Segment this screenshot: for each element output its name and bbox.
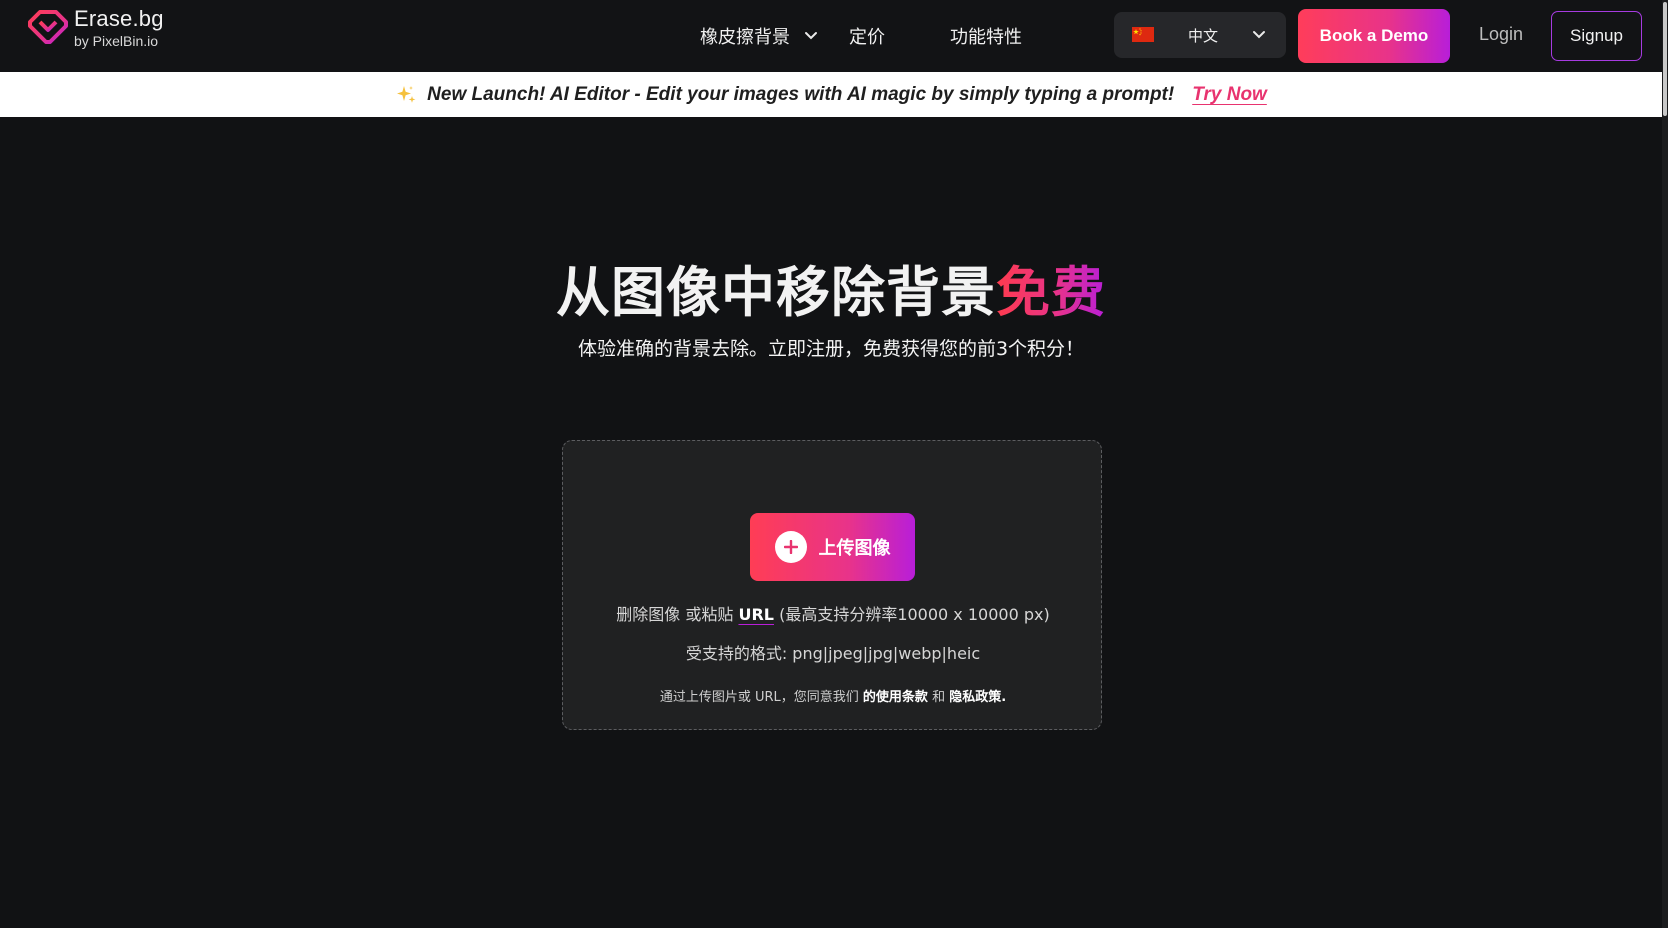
sparkle-icon: [397, 85, 416, 103]
terms-notice: 通过上传图片或 URL，您同意我们 的使用条款 和 隐私政策.: [563, 686, 1103, 705]
nav-pricing-wrap: 定价: [849, 0, 885, 72]
logo[interactable]: Erase.bg by PixelBin.io: [26, 8, 164, 48]
page-title-main: 从图像中移除背景: [556, 261, 996, 324]
scrollbar-thumb[interactable]: [1663, 2, 1667, 116]
privacy-policy-link[interactable]: 隐私政策.: [949, 690, 1006, 705]
scrollbar-track[interactable]: [1662, 0, 1668, 928]
try-now-link[interactable]: Try Now: [1192, 84, 1267, 106]
page-title: 从图像中移除背景免费: [0, 248, 1662, 327]
book-demo-button[interactable]: Book a Demo: [1298, 9, 1450, 63]
top-navigation-bar: Erase.bg by PixelBin.io 橡皮擦背景 定价 功能特性 中文…: [0, 0, 1668, 72]
announcement-banner: New Launch! AI Editor - Edit your images…: [0, 72, 1662, 117]
signup-button[interactable]: Signup: [1551, 11, 1642, 61]
resolution-hint: (最高支持分辨率10000 x 10000 px): [779, 605, 1050, 624]
page: Erase.bg by PixelBin.io 橡皮擦背景 定价 功能特性 中文…: [0, 0, 1668, 928]
erase-bg-logo-icon: [28, 10, 68, 44]
plus-icon: [774, 531, 807, 563]
language-select[interactable]: 中文: [1114, 12, 1286, 58]
nav-item-pricing[interactable]: 定价: [849, 23, 885, 49]
upload-dropzone[interactable]: 上传图像 删除图像 或粘贴 URL (最高支持分辨率10000 x 10000 …: [562, 440, 1102, 730]
page-title-accent: 免费: [996, 261, 1106, 324]
nav-item-features[interactable]: 功能特性: [950, 23, 1022, 49]
main-nav: 橡皮擦背景: [700, 0, 818, 72]
logo-subtitle: by PixelBin.io: [74, 33, 159, 49]
terms-prefix: 通过上传图片或 URL，您同意我们: [659, 690, 859, 705]
paste-url-link[interactable]: URL: [738, 605, 774, 624]
chevron-down-icon: [1253, 31, 1265, 39]
supported-formats: 受支持的格式: png|jpeg|jpg|webp|heic: [685, 644, 981, 663]
terms-and: 和: [932, 690, 946, 705]
terms-of-use-link[interactable]: 的使用条款: [863, 690, 928, 705]
nav-item-eraser[interactable]: 橡皮擦背景: [700, 23, 818, 49]
login-link[interactable]: Login: [1479, 24, 1523, 45]
nav-item-eraser-label: 橡皮擦背景: [700, 27, 790, 48]
upload-image-button[interactable]: 上传图像: [750, 513, 915, 581]
language-label: 中文: [1188, 27, 1219, 45]
upload-image-label: 上传图像: [818, 538, 891, 558]
chevron-down-icon: [805, 32, 817, 40]
nav-features-wrap: 功能特性: [950, 0, 1022, 72]
china-flag-icon: [1132, 27, 1154, 42]
drop-hint-text: 删除图像 或粘贴: [616, 605, 734, 624]
drop-hint: 删除图像 或粘贴 URL (最高支持分辨率10000 x 10000 px): [563, 601, 1103, 625]
page-subtitle: 体验准确的背景去除。立即注册，免费获得您的前3个积分！: [577, 338, 1085, 360]
banner-text: New Launch! AI Editor - Edit your images…: [427, 83, 1175, 105]
logo-name: Erase.bg: [74, 6, 164, 31]
